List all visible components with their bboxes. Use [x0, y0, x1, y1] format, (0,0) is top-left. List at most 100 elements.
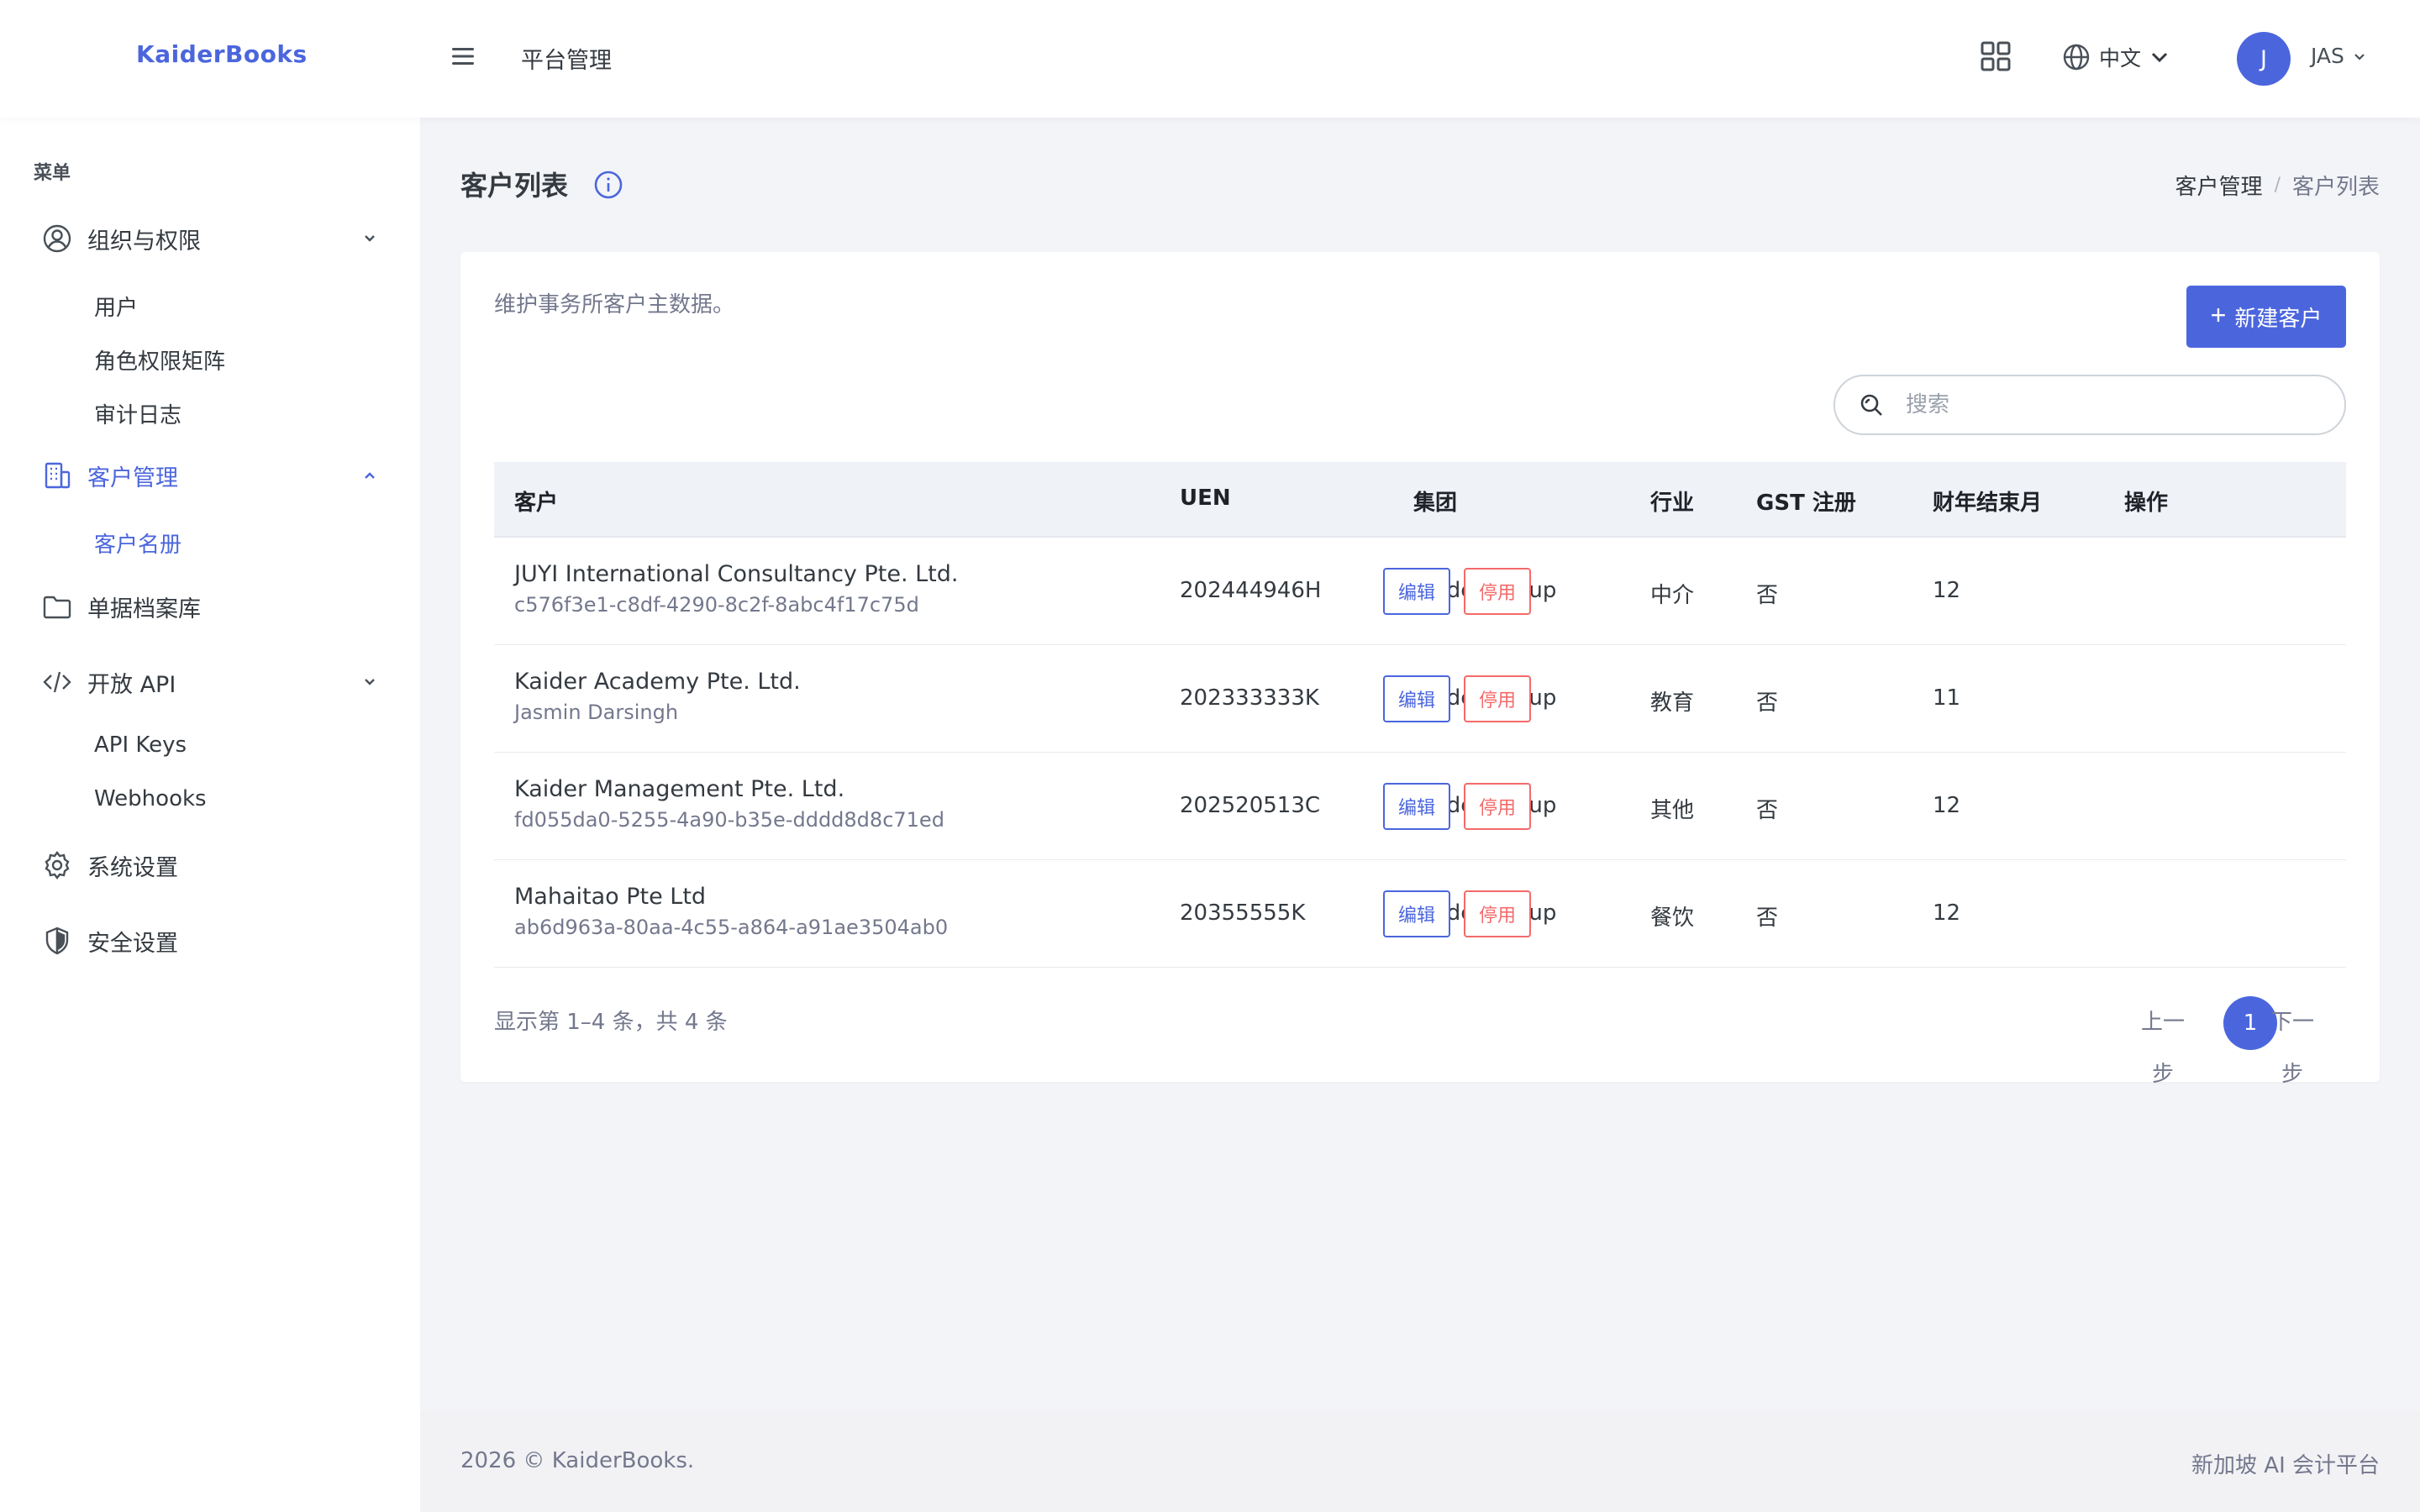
client-uen: 202333333K — [1180, 685, 1319, 711]
nav-client-management[interactable]: 客户管理 — [42, 459, 378, 492]
client-name[interactable]: Kaider Management Pte. Ltd. — [514, 776, 844, 802]
edit-button[interactable]: 编辑 — [1383, 675, 1450, 722]
column-header-group[interactable]: 集团 — [1413, 486, 1457, 517]
user-avatar[interactable]: J — [2237, 32, 2291, 86]
client-fye: 12 — [1933, 578, 1961, 603]
client-name[interactable]: JUYI International Consultancy Pte. Ltd. — [514, 561, 958, 587]
menu-title: 菜单 — [34, 163, 71, 184]
pagination-next[interactable]: 下一步 — [2267, 996, 2317, 1100]
client-gst: 否 — [1756, 798, 1779, 823]
column-header-industry[interactable]: 行业 — [1650, 486, 1694, 517]
nav-sub-audit-log[interactable]: 审计日志 — [94, 398, 182, 429]
disable-button[interactable]: 停用 — [1464, 568, 1531, 615]
edit-button[interactable]: 编辑 — [1383, 890, 1450, 937]
footer-tagline: 新加坡 AI 会计平台 — [2191, 1453, 2380, 1478]
sidebar: 菜单 组织与权限 用户 角色权限矩阵 审计日志 客户管理 客户名册 单据档案库 — [0, 118, 420, 1512]
breadcrumb: 客户管理 / 客户列表 — [2175, 170, 2380, 201]
client-industry: 中介 — [1650, 583, 1695, 608]
client-list-card: 维护事务所客户主数据。 + 新建客户 客户 UEN 集团 行业 GST 注册 财… — [460, 252, 2380, 1087]
client-uen: 20355555K — [1180, 900, 1306, 926]
app-logo[interactable]: KaiderBooks — [136, 40, 308, 68]
client-table: 客户 UEN 集团 行业 GST 注册 财年结束月 操作 JUYI Intern… — [494, 462, 2346, 968]
client-name[interactable]: Kaider Academy Pte. Ltd. — [514, 669, 801, 695]
chevron-down-icon — [361, 674, 378, 690]
shield-icon — [42, 926, 72, 956]
nav-label: 系统设置 — [87, 854, 178, 881]
breadcrumb-separator: / — [2274, 175, 2281, 196]
nav-document-archive[interactable]: 单据档案库 — [42, 590, 378, 623]
client-subtext: ab6d963a-80aa-4c55-a864-a91ae3504ab0 — [514, 916, 949, 939]
column-header-client[interactable]: 客户 — [514, 486, 558, 517]
search-box[interactable] — [1833, 375, 2346, 435]
code-icon — [42, 667, 72, 697]
client-gst: 否 — [1756, 906, 1779, 931]
nav-sub-users[interactable]: 用户 — [94, 291, 138, 322]
nav-system-settings[interactable]: 系统设置 — [42, 848, 378, 882]
nav-open-api[interactable]: 开放 API — [42, 665, 378, 699]
client-fye: 12 — [1933, 793, 1961, 818]
user-menu[interactable]: JAS — [2311, 44, 2366, 68]
nav-label: 客户管理 — [87, 465, 178, 491]
apps-grid-icon[interactable] — [1980, 40, 2012, 72]
hamburger-menu-icon[interactable] — [450, 44, 476, 69]
chevron-down-icon — [2149, 47, 2170, 67]
nav-sub-api-keys[interactable]: API Keys — [94, 732, 187, 758]
breadcrumb-current: 客户列表 — [2291, 175, 2380, 200]
nav-label: 单据档案库 — [87, 596, 201, 622]
nav-label: 开放 API — [87, 671, 176, 698]
user-name-label: JAS — [2311, 44, 2344, 68]
disable-button[interactable]: 停用 — [1464, 675, 1531, 722]
nav-sub-role-matrix[interactable]: 角色权限矩阵 — [94, 344, 225, 375]
footer-copyright: 2026 © KaiderBooks. — [460, 1448, 695, 1473]
chevron-up-icon — [361, 467, 378, 484]
client-name[interactable]: Mahaitao Pte Ltd — [514, 884, 706, 910]
gear-icon — [42, 850, 72, 880]
breadcrumb-item[interactable]: 客户管理 — [2175, 170, 2263, 201]
info-icon[interactable] — [593, 170, 623, 200]
column-header-uen[interactable]: UEN — [1180, 486, 1231, 511]
folder-icon — [42, 591, 72, 622]
disable-button[interactable]: 停用 — [1464, 783, 1531, 830]
client-industry: 其他 — [1650, 798, 1695, 823]
search-icon — [1859, 392, 1884, 417]
footer: 2026 © KaiderBooks. 新加坡 AI 会计平台 — [420, 1411, 2420, 1512]
client-fye: 12 — [1933, 900, 1961, 926]
client-gst: 否 — [1756, 583, 1779, 608]
column-header-actions: 操作 — [2124, 491, 2169, 516]
new-client-button[interactable]: + 新建客户 — [2186, 286, 2346, 348]
new-client-label: 新建客户 — [2234, 305, 2323, 331]
nav-label: 组织与权限 — [87, 228, 201, 255]
plus-icon: + — [2210, 300, 2227, 330]
building-icon — [42, 460, 72, 491]
page-title: 客户列表 — [460, 170, 569, 202]
client-subtext: Jasmin Darsingh — [514, 701, 679, 724]
client-gst: 否 — [1756, 690, 1779, 716]
nav-org-permissions[interactable]: 组织与权限 — [42, 222, 378, 255]
search-input[interactable] — [1906, 392, 2309, 417]
client-industry: 餐饮 — [1650, 906, 1695, 931]
client-uen: 202520513C — [1180, 793, 1321, 818]
table-row: Kaider Management Pte. Ltd. fd055da0-525… — [494, 753, 2346, 860]
disable-button[interactable]: 停用 — [1464, 890, 1531, 937]
language-switcher[interactable]: 中文 — [2062, 40, 2170, 74]
page-description: 维护事务所客户主数据。 — [494, 292, 735, 318]
client-fye: 11 — [1933, 685, 1961, 711]
table-row: Mahaitao Pte Ltd ab6d963a-80aa-4c55-a864… — [494, 860, 2346, 968]
chevron-down-icon — [361, 230, 378, 247]
nav-sub-client-register[interactable]: 客户名册 — [94, 528, 182, 559]
top-header: KaiderBooks 平台管理 中文 J JAS — [0, 0, 2420, 118]
table-header: 客户 UEN 集团 行业 GST 注册 财年结束月 操作 — [494, 462, 2346, 538]
edit-button[interactable]: 编辑 — [1383, 783, 1450, 830]
table-row: Kaider Academy Pte. Ltd. Jasmin Darsingh… — [494, 645, 2346, 753]
header-title: 平台管理 — [521, 48, 612, 74]
pagination-prev[interactable]: 上一步 — [2138, 996, 2188, 1100]
nav-security-settings[interactable]: 安全设置 — [42, 924, 378, 958]
edit-button[interactable]: 编辑 — [1383, 568, 1450, 615]
column-header-fye[interactable]: 财年结束月 — [1933, 486, 2042, 517]
client-industry: 教育 — [1650, 690, 1695, 716]
user-circle-icon — [42, 223, 72, 254]
language-label: 中文 — [2099, 46, 2142, 71]
column-header-gst[interactable]: GST 注册 — [1756, 486, 1856, 517]
pagination-summary: 显示第 1–4 条，共 4 条 — [494, 1010, 728, 1035]
nav-sub-webhooks[interactable]: Webhooks — [94, 786, 207, 811]
